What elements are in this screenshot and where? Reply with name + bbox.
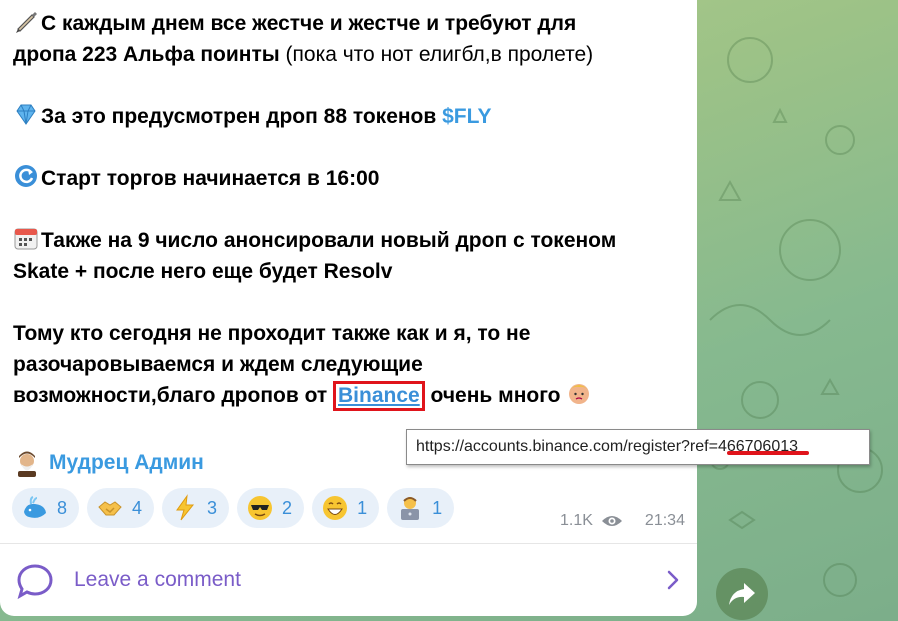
- grinning-face-icon: [323, 496, 348, 520]
- technologist-icon: [401, 497, 420, 520]
- message-para4-line2: Skate + после него еще будет Resolv: [13, 260, 393, 283]
- sunglasses-face-icon: [248, 496, 273, 520]
- message-para4-line1: Также на 9 число анонсировали новый дроп…: [41, 229, 617, 252]
- refresh-icon: [13, 163, 39, 189]
- message-para2: За это предусмотрен дроп 88 токенов: [41, 105, 443, 128]
- message-text: С каждым днем все жестче и жестче и треб…: [13, 8, 683, 411]
- reaction-lightning[interactable]: 3: [162, 488, 230, 528]
- message-para3: Старт торгов начинается в 16:00: [41, 167, 380, 190]
- reaction-sunglasses[interactable]: 2: [237, 488, 305, 528]
- message-para5-line1: Тому кто сегодня не проходит также как и…: [13, 322, 531, 345]
- face-sticker-icon: [566, 380, 592, 406]
- message-line1: С каждым днем все жестче и жестче и треб…: [41, 12, 577, 35]
- comments-button[interactable]: Leave a comment: [0, 544, 697, 616]
- gem-icon: [13, 101, 39, 127]
- lightning-icon: [176, 494, 195, 521]
- message-line2-bold: дропа 223 Альфа поинты: [13, 43, 280, 66]
- whale-icon: [24, 496, 46, 518]
- calendar-icon: [13, 225, 39, 251]
- comment-bubble-icon: [17, 564, 53, 600]
- message-line2-rest: (пока что нот елигбл,в пролете): [279, 43, 594, 66]
- reaction-count: 8: [57, 497, 68, 518]
- message-meta: 1.1K 21:34: [560, 512, 685, 530]
- share-button[interactable]: [716, 568, 768, 620]
- share-arrow-icon: [729, 583, 755, 605]
- binance-link[interactable]: Binance: [338, 384, 420, 407]
- message-para5-line2: разочаровываемся и ждем следующие: [13, 353, 423, 376]
- reaction-count: 1: [357, 497, 368, 518]
- link-url-tooltip: https://accounts.binance.com/register?re…: [406, 429, 870, 465]
- reaction-count: 2: [282, 497, 293, 518]
- reaction-whale[interactable]: 8: [12, 488, 80, 528]
- message-para5-line3-end: очень много: [424, 384, 561, 407]
- view-count: 1.1K: [560, 512, 593, 529]
- reaction-technologist[interactable]: 1: [387, 488, 455, 528]
- reaction-count: 4: [132, 497, 143, 518]
- sage-icon: [13, 449, 41, 477]
- binance-link-highlight: Binance: [333, 381, 425, 411]
- background-pattern: [709, 37, 883, 597]
- handshake-icon: [98, 501, 122, 516]
- reaction-count: 1: [432, 497, 443, 518]
- reaction-handshake[interactable]: 4: [87, 488, 155, 528]
- eye-icon: [601, 516, 622, 526]
- chevron-right-icon: [667, 570, 679, 590]
- comments-label: Leave a comment: [74, 568, 241, 591]
- ref-code-underline: [727, 451, 809, 455]
- fly-hashtag[interactable]: $FLY: [442, 105, 491, 128]
- message-time: 21:34: [644, 512, 685, 529]
- reaction-grin[interactable]: 1: [312, 488, 380, 528]
- author-signature[interactable]: Мудрец Админ: [13, 448, 204, 478]
- reaction-count: 3: [207, 497, 218, 518]
- pen-icon: [13, 8, 39, 34]
- reactions-bar: 8 4 3 2 1 1: [12, 488, 455, 528]
- author-name: Мудрец Админ: [49, 451, 204, 474]
- message-para5-line3: возможности,благо дропов от: [13, 384, 334, 407]
